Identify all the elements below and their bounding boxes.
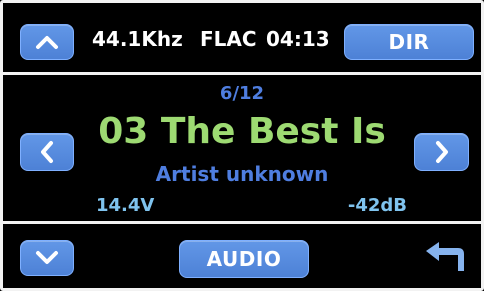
bottom-divider	[0, 221, 484, 224]
track-position: 6/12	[219, 83, 265, 104]
chevron-left-icon	[41, 141, 53, 163]
track-time: 04:13	[266, 27, 330, 51]
track-title: 03 The Best Is	[98, 111, 386, 152]
artist-name: Artist unknown	[155, 162, 329, 186]
chevron-right-icon	[435, 141, 448, 163]
volume-readout: -42dB	[347, 195, 407, 216]
player-screen: 44.1Khz FLAC 04:13 DIR 6/12 03 The Best …	[0, 0, 484, 291]
audio-format: FLAC	[200, 27, 257, 51]
audio-button-label: AUDIO	[206, 247, 282, 271]
return-arrow-icon[interactable]	[424, 240, 470, 274]
voltage-readout: 14.4V	[96, 195, 155, 216]
sample-rate: 44.1Khz	[92, 27, 183, 51]
chevron-down-icon	[36, 251, 58, 264]
chevron-up-icon	[36, 36, 58, 49]
dir-button-label: DIR	[388, 30, 430, 54]
audio-button[interactable]: AUDIO	[179, 240, 309, 278]
dir-button[interactable]: DIR	[344, 24, 474, 60]
top-divider	[0, 72, 484, 75]
scroll-down-button[interactable]	[20, 240, 74, 276]
scroll-up-button[interactable]	[20, 24, 74, 60]
